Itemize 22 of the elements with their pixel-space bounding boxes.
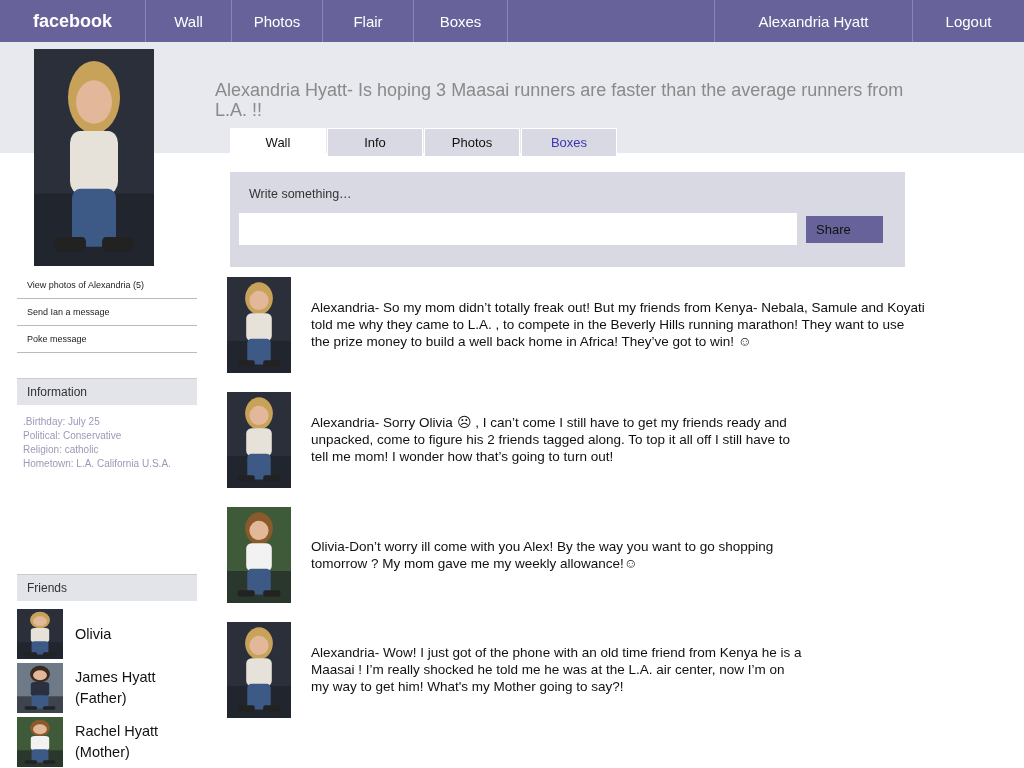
info-line: Political: Conservative bbox=[23, 429, 123, 443]
friend-name[interactable]: James Hyatt (Father) bbox=[75, 667, 185, 709]
post-text: Alexandria- Sorry Olivia ☹ , I can’t come I still have to get my friends ready and unpacked, come to figure his 2 friends tagged along. To top it all off I still have to tell me mom! I wonder how that’s going to turn out! bbox=[311, 414, 792, 465]
section-title: Information bbox=[17, 378, 197, 405]
info-line: Religion: catholic bbox=[23, 443, 100, 457]
profile-tab[interactable]: Photos bbox=[424, 128, 520, 157]
section-title: Friends bbox=[17, 574, 197, 601]
info-line: Hometown: L.A. California U.S.A. bbox=[23, 457, 172, 471]
logo[interactable]: facebook bbox=[0, 0, 145, 42]
post-text: Alexandria- Wow! I just got of the phone with an old time friend from Kenya he is a Maasai ! I’m really shocked he told me he was at the L.A. air center, now I’m on my way to get him! What's my Mother going to say?! bbox=[311, 644, 803, 695]
profile-action-link[interactable]: View photos of Alexandria (5) bbox=[17, 272, 197, 299]
status-text: Alexandria Hyatt- Is hoping 3 Maasai runners are faster than the average runners from L.A. !! bbox=[215, 80, 905, 120]
friend-name[interactable]: Olivia bbox=[75, 623, 185, 645]
post-text: Alexandria- So my mom didn’t totally freak out! But my friends from Kenya- Nebala, Samule and Koyati told me why they came to L.A. , to compete in the Beverly Hills running marathon! They want to use the prize money to build a well back home in Africa! They’ve got to win! ☺ bbox=[311, 299, 926, 350]
post-text: Olivia-Don’t worry ill come with you Alex! By the way you want to go shopping tomorrow ? My mom gave me my weekly allowance!☺ bbox=[311, 537, 775, 572]
composer-prompt: Write something… bbox=[249, 187, 353, 201]
profile-tab[interactable]: Boxes bbox=[521, 128, 617, 157]
info-line: .Birthday: July 25 bbox=[23, 415, 101, 429]
profile-action-link[interactable]: Poke message bbox=[17, 326, 197, 353]
profile-tab[interactable]: Info bbox=[327, 128, 423, 157]
friend-name[interactable]: Rachel Hyatt (Mother) bbox=[75, 721, 185, 763]
profile-action-link[interactable]: Send Ian a message bbox=[17, 299, 197, 326]
